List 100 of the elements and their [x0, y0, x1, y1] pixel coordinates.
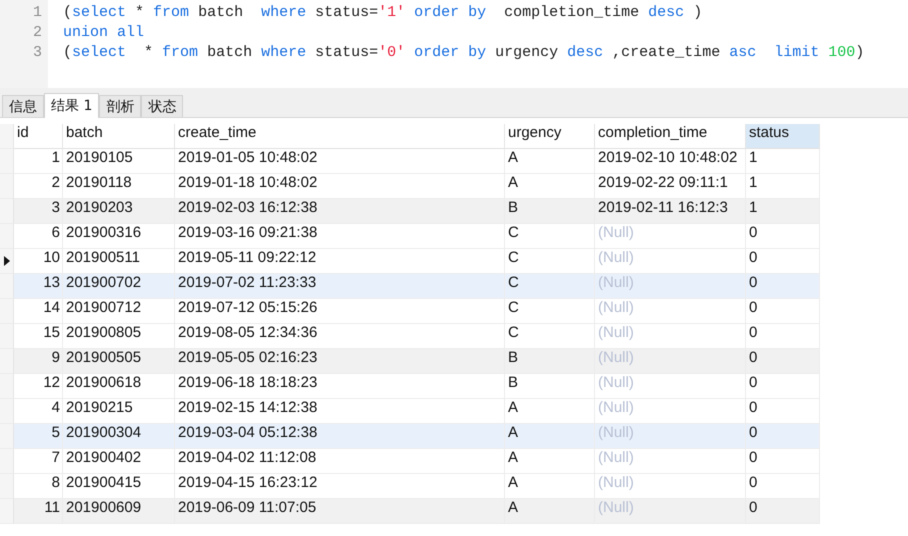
- table-cell: B: [505, 374, 595, 399]
- table-cell: 0: [746, 274, 820, 299]
- table-cell: 8: [14, 474, 63, 499]
- column-header[interactable]: id: [14, 124, 63, 149]
- table-cell: (Null): [595, 474, 746, 499]
- table-cell: 2019-02-15 14:12:38: [175, 399, 505, 424]
- column-header[interactable]: status: [746, 124, 820, 149]
- table-cell: C: [505, 249, 595, 274]
- table-cell: 201900505: [63, 349, 175, 374]
- table-cell: C: [505, 274, 595, 299]
- table-cell: 0: [746, 249, 820, 274]
- table-cell: 2: [14, 174, 63, 199]
- tab[interactable]: 结果 1: [44, 93, 100, 118]
- table-cell: A: [505, 149, 595, 174]
- table-cell: 2019-08-05 12:34:36: [175, 324, 505, 349]
- table-cell: 5: [14, 424, 63, 449]
- table-cell: B: [505, 199, 595, 224]
- table-cell: 2019-02-10 10:48:02: [595, 149, 746, 174]
- code-line: (select * from batch where status='0' order by urgency desc ,create_time asc limit 100): [63, 44, 864, 63]
- table-cell: 201900805: [63, 324, 175, 349]
- table-cell: 2019-04-15 16:23:12: [175, 474, 505, 499]
- table-cell: 2019-06-18 18:18:23: [175, 374, 505, 399]
- table-cell: A: [505, 399, 595, 424]
- table-cell: 9: [14, 349, 63, 374]
- table-cell: A: [505, 174, 595, 199]
- table-cell: 201900316: [63, 224, 175, 249]
- table-cell: 1: [746, 199, 820, 224]
- table-cell: (Null): [595, 374, 746, 399]
- table-cell: 201900702: [63, 274, 175, 299]
- table-cell: 201900618: [63, 374, 175, 399]
- table-cell: 20190215: [63, 399, 175, 424]
- table-cell: (Null): [595, 399, 746, 424]
- table-cell: 2019-07-02 11:23:33: [175, 274, 505, 299]
- table-cell: 1: [746, 174, 820, 199]
- tab[interactable]: 状态: [141, 95, 184, 117]
- table-cell: 201900415: [63, 474, 175, 499]
- table-cell: 20190118: [63, 174, 175, 199]
- table-cell: 2019-07-12 05:15:26: [175, 299, 505, 324]
- table-cell: 2019-02-22 09:11:1: [595, 174, 746, 199]
- table-cell: 11: [14, 499, 63, 524]
- table-cell: 201900304: [63, 424, 175, 449]
- row-header[interactable]: [0, 249, 14, 274]
- table-cell: (Null): [595, 299, 746, 324]
- table-cell: C: [505, 324, 595, 349]
- line-number: 1: [32, 4, 43, 23]
- table-cell: 0: [746, 374, 820, 399]
- table-cell: A: [505, 499, 595, 524]
- table-cell: (Null): [595, 224, 746, 249]
- table-cell: C: [505, 224, 595, 249]
- code-line: union all: [63, 24, 146, 43]
- table-cell: 2019-05-05 02:16:23: [175, 349, 505, 374]
- table-cell: 1: [746, 149, 820, 174]
- tab[interactable]: 信息: [2, 95, 44, 117]
- table-cell: 2019-01-05 10:48:02: [175, 149, 505, 174]
- table-cell: 2019-03-04 05:12:38: [175, 424, 505, 449]
- column-header[interactable]: create_time: [175, 124, 505, 149]
- table-cell: (Null): [595, 249, 746, 274]
- table-cell: (Null): [595, 499, 746, 524]
- table-cell: 6: [14, 224, 63, 249]
- table-cell: 4: [14, 399, 63, 424]
- table-cell: 0: [746, 474, 820, 499]
- table-cell: 201900609: [63, 499, 175, 524]
- table-cell: 2019-03-16 09:21:38: [175, 224, 505, 249]
- table-cell: 2019-01-18 10:48:02: [175, 174, 505, 199]
- line-number: 2: [32, 24, 43, 43]
- table-cell: 0: [746, 324, 820, 349]
- table-cell: 14: [14, 299, 63, 324]
- table-cell: 12: [14, 374, 63, 399]
- table-cell: 13: [14, 274, 63, 299]
- table-cell: (Null): [595, 349, 746, 374]
- column-header[interactable]: batch: [63, 124, 175, 149]
- table-cell: 201900511: [63, 249, 175, 274]
- table-cell: 15: [14, 324, 63, 349]
- table-cell: 2019-06-09 11:07:05: [175, 499, 505, 524]
- code-line: (select * from batch where status='1' order by completion_time desc ): [63, 4, 704, 23]
- table-cell: 0: [746, 399, 820, 424]
- table-cell: 20190203: [63, 199, 175, 224]
- table-cell: 20190105: [63, 149, 175, 174]
- column-header[interactable]: urgency: [505, 124, 595, 149]
- table-cell: 2019-02-03 16:12:38: [175, 199, 505, 224]
- table-cell: 0: [746, 224, 820, 249]
- table-cell: 1: [14, 149, 63, 174]
- table-cell: A: [505, 424, 595, 449]
- table-cell: 2019-02-11 16:12:3: [595, 199, 746, 224]
- table-cell: 0: [746, 299, 820, 324]
- table-cell: 0: [746, 424, 820, 449]
- table-cell: (Null): [595, 324, 746, 349]
- row-pointer-icon: [4, 256, 10, 266]
- table-cell: 0: [746, 349, 820, 374]
- table-cell: 2019-05-11 09:22:12: [175, 249, 505, 274]
- table-cell: 3: [14, 199, 63, 224]
- table-cell: 0: [746, 499, 820, 524]
- table-cell: A: [505, 474, 595, 499]
- table-cell: B: [505, 349, 595, 374]
- table-cell: 201900402: [63, 449, 175, 474]
- tab[interactable]: 剖析: [99, 95, 142, 117]
- table-cell: 201900712: [63, 299, 175, 324]
- column-header[interactable]: completion_time: [595, 124, 746, 149]
- table-cell: A: [505, 449, 595, 474]
- table-cell: 7: [14, 449, 63, 474]
